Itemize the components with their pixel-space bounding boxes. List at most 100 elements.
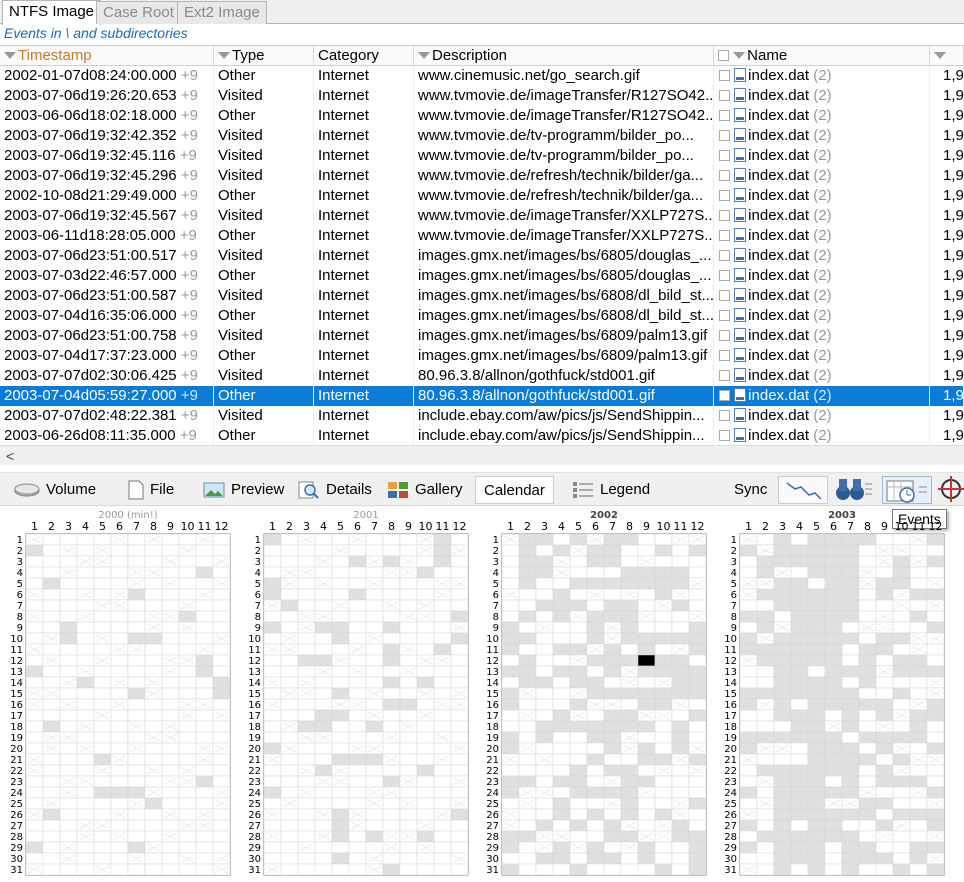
calendar-day-cell[interactable]	[739, 621, 758, 634]
calendar-day-cell[interactable]	[586, 742, 605, 755]
calendar-day-cell[interactable]	[535, 621, 554, 634]
calendar-day-cell[interactable]	[76, 654, 95, 667]
calendar-day-cell[interactable]	[671, 533, 690, 546]
calendar-day-cell[interactable]	[909, 698, 928, 711]
calendar-day-cell[interactable]	[926, 566, 945, 579]
calendar-day-cell[interactable]	[552, 566, 571, 579]
calendar-day-cell[interactable]	[688, 544, 707, 557]
calendar-day-cell[interactable]	[518, 797, 537, 810]
calendar-day-cell[interactable]	[280, 632, 299, 645]
calendar-day-cell[interactable]	[552, 852, 571, 865]
calendar-day-cell[interactable]	[790, 753, 809, 766]
calendar-day-cell[interactable]	[331, 742, 350, 755]
calendar-day-cell[interactable]	[314, 654, 333, 667]
calendar-day-cell[interactable]	[348, 621, 367, 634]
calendar-day-cell[interactable]	[892, 797, 911, 810]
calendar-day-cell[interactable]	[59, 698, 78, 711]
calendar-day-cell[interactable]	[569, 632, 588, 645]
calendar-day-cell[interactable]	[586, 808, 605, 821]
calendar-day-cell[interactable]	[280, 841, 299, 854]
column-header-description[interactable]: Description	[414, 46, 714, 66]
calendar-day-cell[interactable]	[552, 830, 571, 843]
calendar-day-cell[interactable]	[875, 698, 894, 711]
calendar-day-cell[interactable]	[535, 654, 554, 667]
calendar-day-cell[interactable]	[127, 643, 146, 656]
calendar-day-cell[interactable]	[909, 819, 928, 832]
calendar-day-cell[interactable]	[569, 797, 588, 810]
calendar-day-cell[interactable]	[297, 555, 316, 568]
calendar-day-cell[interactable]	[841, 775, 860, 788]
calendar-day-cell[interactable]	[382, 863, 401, 876]
table-row[interactable]: 2003-07-04d16:35:06.000 +9 Other Internet i…	[0, 306, 964, 326]
calendar-day-cell[interactable]	[790, 566, 809, 579]
calendar-day-cell[interactable]	[518, 676, 537, 689]
calendar-day-cell[interactable]	[756, 621, 775, 634]
calendar-day-cell[interactable]	[297, 863, 316, 876]
calendar-day-cell[interactable]	[93, 841, 112, 854]
calendar-day-cell[interactable]	[518, 753, 537, 766]
calendar-day-cell[interactable]	[756, 665, 775, 678]
calendar-day-cell[interactable]	[671, 753, 690, 766]
calendar-day-cell[interactable]	[926, 731, 945, 744]
calendar-day-cell[interactable]	[790, 610, 809, 623]
calendar-day-cell[interactable]	[773, 544, 792, 557]
calendar-day-cell[interactable]	[144, 775, 163, 788]
calendar-day-cell[interactable]	[76, 797, 95, 810]
calendar-day-cell[interactable]	[93, 742, 112, 755]
calendar-day-cell[interactable]	[909, 720, 928, 733]
calendar-day-cell[interactable]	[450, 753, 469, 766]
calendar-day-cell[interactable]	[433, 841, 452, 854]
row-checkbox[interactable]	[719, 430, 730, 441]
calendar-day-cell[interactable]	[331, 775, 350, 788]
calendar-day-cell[interactable]	[42, 797, 61, 810]
calendar-day-cell[interactable]	[637, 577, 656, 590]
calendar-day-cell[interactable]	[365, 852, 384, 865]
calendar-day-cell[interactable]	[637, 720, 656, 733]
calendar-day-cell[interactable]	[25, 610, 44, 623]
calendar-day-cell[interactable]	[93, 819, 112, 832]
calendar-day-cell[interactable]	[875, 808, 894, 821]
row-checkbox[interactable]	[719, 410, 730, 421]
calendar-day-cell[interactable]	[297, 764, 316, 777]
calendar-day-cell[interactable]	[773, 819, 792, 832]
calendar-day-cell[interactable]	[280, 599, 299, 612]
calendar-day-cell[interactable]	[756, 742, 775, 755]
calendar-day-cell[interactable]	[110, 599, 129, 612]
calendar-day-cell[interactable]	[331, 852, 350, 865]
calendar-day-cell[interactable]	[841, 676, 860, 689]
trend-button[interactable]	[778, 476, 828, 504]
table-row[interactable]: 2003-07-07d02:30:06.425 +9 Visited Interne…	[0, 366, 964, 386]
calendar-day-cell[interactable]	[297, 841, 316, 854]
calendar-day-cell[interactable]	[280, 764, 299, 777]
row-checkbox[interactable]	[719, 170, 730, 181]
calendar-day-cell[interactable]	[875, 731, 894, 744]
calendar-day-cell[interactable]	[858, 841, 877, 854]
calendar-day-cell[interactable]	[263, 786, 282, 799]
calendar-day-cell[interactable]	[671, 687, 690, 700]
calendar-day-cell[interactable]	[824, 819, 843, 832]
calendar-day-cell[interactable]	[501, 742, 520, 755]
calendar-day-cell[interactable]	[314, 742, 333, 755]
calendar-day-cell[interactable]	[688, 687, 707, 700]
calendar-day-cell[interactable]	[365, 566, 384, 579]
calendar-day-cell[interactable]	[569, 863, 588, 876]
calendar-day-cell[interactable]	[535, 687, 554, 700]
calendar-day-cell[interactable]	[909, 775, 928, 788]
calendar-day-cell[interactable]	[535, 599, 554, 612]
calendar-day-cell[interactable]	[127, 742, 146, 755]
calendar-day-cell[interactable]	[807, 544, 826, 557]
calendar-day-cell[interactable]	[518, 621, 537, 634]
calendar-day-cell[interactable]	[399, 764, 418, 777]
calendar-day-cell[interactable]	[671, 599, 690, 612]
calendar-day-cell[interactable]	[654, 654, 673, 667]
calendar-day-cell[interactable]	[773, 786, 792, 799]
calendar-day-cell[interactable]	[93, 830, 112, 843]
calendar-day-cell[interactable]	[875, 852, 894, 865]
calendar-day-cell[interactable]	[416, 632, 435, 645]
calendar-day-cell[interactable]	[586, 599, 605, 612]
calendar-day-cell[interactable]	[875, 841, 894, 854]
calendar-day-cell[interactable]	[773, 610, 792, 623]
calendar-day-cell[interactable]	[739, 841, 758, 854]
calendar-day-cell[interactable]	[790, 808, 809, 821]
calendar-day-cell[interactable]	[773, 654, 792, 667]
